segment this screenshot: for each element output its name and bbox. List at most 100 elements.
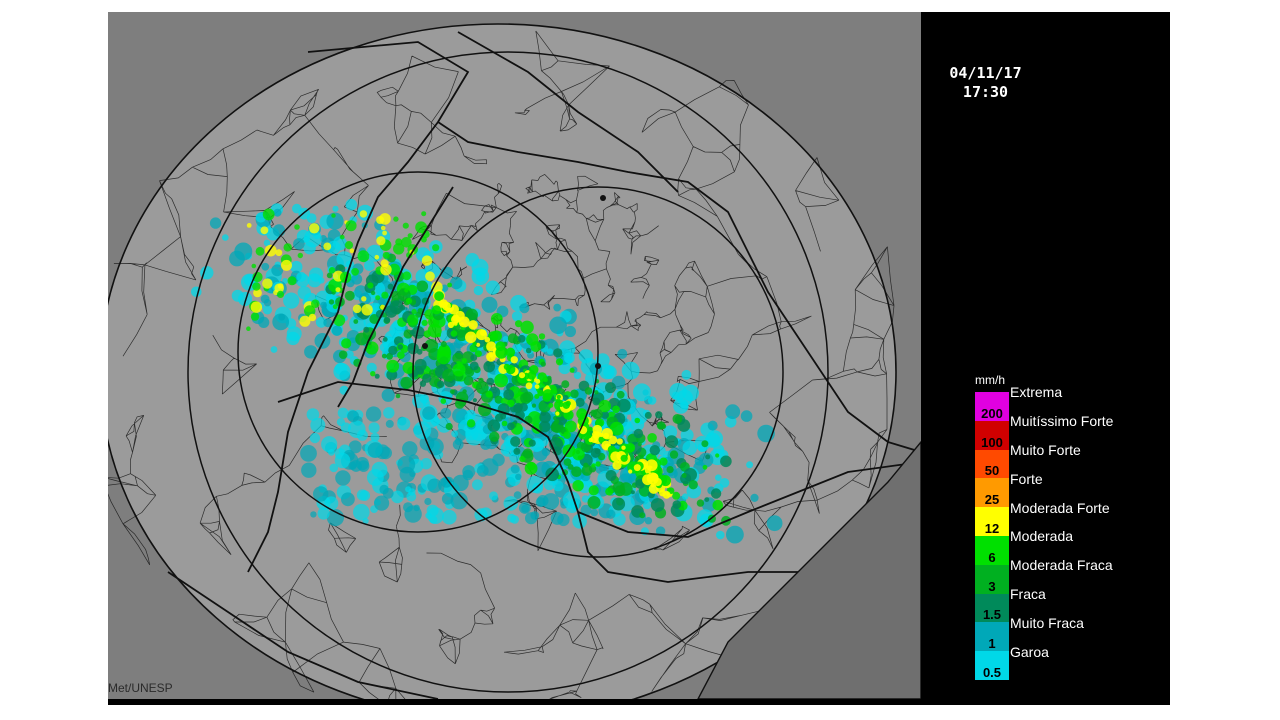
precipitation-echo: [612, 497, 626, 511]
legend-category-label: Moderada: [1010, 528, 1074, 545]
precipitation-echo: [590, 508, 599, 517]
precipitation-echo: [317, 507, 330, 520]
precipitation-echo: [458, 316, 470, 328]
precipitation-echo: [701, 440, 709, 448]
precipitation-echo: [481, 296, 498, 313]
precipitation-echo: [486, 351, 496, 362]
precipitation-echo: [367, 442, 384, 458]
precipitation-echo: [361, 296, 367, 302]
precipitation-echo: [554, 418, 560, 425]
precipitation-echo: [569, 367, 575, 373]
precipitation-echo: [333, 236, 347, 251]
precipitation-echo: [367, 282, 374, 289]
precipitation-echo: [534, 384, 540, 389]
precipitation-echo: [357, 250, 370, 263]
precipitation-echo: [375, 295, 381, 301]
precipitation-echo: [720, 455, 732, 468]
precipitation-echo: [605, 382, 616, 394]
precipitation-echo: [549, 316, 567, 335]
timestamp-time: 17:30: [962, 83, 1009, 101]
precipitation-echo: [519, 303, 530, 314]
precipitation-echo: [383, 407, 395, 419]
precipitation-echo: [532, 482, 544, 494]
precipitation-echo: [365, 406, 382, 422]
precipitation-echo: [643, 501, 652, 510]
precipitation-echo: [466, 419, 476, 428]
precipitation-echo: [716, 530, 725, 540]
precipitation-echo: [442, 509, 457, 525]
precipitation-echo: [453, 321, 458, 326]
precipitation-echo: [575, 397, 585, 407]
precipitation-echo: [382, 251, 390, 259]
precipitation-echo: [425, 271, 435, 282]
legend-value: 1.5: [982, 607, 1002, 623]
precipitation-echo: [252, 282, 261, 291]
precipitation-echo: [361, 304, 373, 316]
precipitation-echo: [726, 525, 744, 544]
legend-category-label: Muito Fraca: [1010, 614, 1084, 631]
legend-category-label: Extrema: [1010, 384, 1063, 401]
precipitation-echo: [542, 392, 552, 402]
precipitation-echo: [440, 398, 447, 404]
precipitation-echo: [548, 402, 554, 408]
precipitation-echo: [710, 488, 722, 499]
precipitation-echo: [524, 462, 538, 475]
precipitation-echo: [470, 354, 478, 361]
precipitation-echo: [421, 255, 433, 266]
precipitation-echo: [397, 351, 405, 359]
precipitation-echo: [255, 246, 265, 256]
precipitation-echo: [750, 493, 759, 502]
precipitation-echo: [424, 497, 432, 506]
precipitation-echo: [672, 414, 683, 424]
precipitation-echo: [510, 356, 518, 364]
legend-value: 3: [988, 578, 996, 594]
precipitation-echo: [491, 330, 502, 342]
precipitation-echo: [272, 313, 290, 331]
precipitation-echo: [587, 496, 601, 509]
legend-category-label: Garoa: [1010, 643, 1049, 660]
precipitation-echo: [414, 358, 427, 372]
precipitation-echo: [553, 303, 562, 312]
precipitation-echo: [345, 220, 357, 232]
precipitation-echo: [485, 361, 492, 367]
precipitation-echo: [500, 413, 507, 420]
precipitation-echo: [494, 373, 508, 388]
precipitation-echo: [545, 385, 550, 390]
legend-swatch: 3: [975, 564, 1009, 594]
precipitation-echo: [421, 319, 428, 326]
precipitation-echo: [535, 497, 546, 508]
precipitation-echo: [527, 371, 537, 380]
precipitation-echo: [382, 230, 387, 236]
precipitation-echo: [393, 216, 399, 222]
precipitation-echo: [450, 330, 458, 337]
precipitation-echo: [538, 333, 546, 340]
precipitation-echo: [620, 454, 628, 462]
timestamp: 04/11/17 17:30: [928, 64, 1043, 102]
precipitation-echo: [402, 271, 412, 281]
legend-value: 0.5: [982, 664, 1002, 680]
precipitation-echo: [281, 259, 292, 271]
precipitation-echo: [606, 509, 616, 519]
precipitation-echo: [612, 405, 620, 414]
precipitation-echo: [592, 431, 600, 439]
precipitation-echo: [655, 411, 663, 419]
precipitation-echo: [209, 217, 222, 229]
precipitation-echo: [556, 394, 561, 399]
precipitation-echo: [436, 333, 441, 338]
precipitation-echo: [614, 485, 626, 497]
legend-category-label: Muito Forte: [1010, 442, 1081, 458]
precipitation-echo: [335, 470, 351, 486]
precipitation-echo: [389, 300, 404, 314]
precipitation-echo: [246, 223, 252, 228]
precipitation-echo: [507, 333, 518, 344]
legend-category-label: Moderada Forte: [1010, 499, 1110, 516]
precipitation-echo: [260, 294, 270, 304]
precipitation-echo: [637, 442, 642, 447]
precipitation-echo: [522, 448, 533, 459]
precipitation-echo: [704, 497, 710, 502]
precipitation-echo: [456, 328, 466, 338]
precipitation-echo: [246, 326, 251, 332]
precipitation-echo: [318, 277, 325, 284]
precipitation-echo: [473, 285, 484, 296]
precipitation-echo: [251, 263, 257, 269]
